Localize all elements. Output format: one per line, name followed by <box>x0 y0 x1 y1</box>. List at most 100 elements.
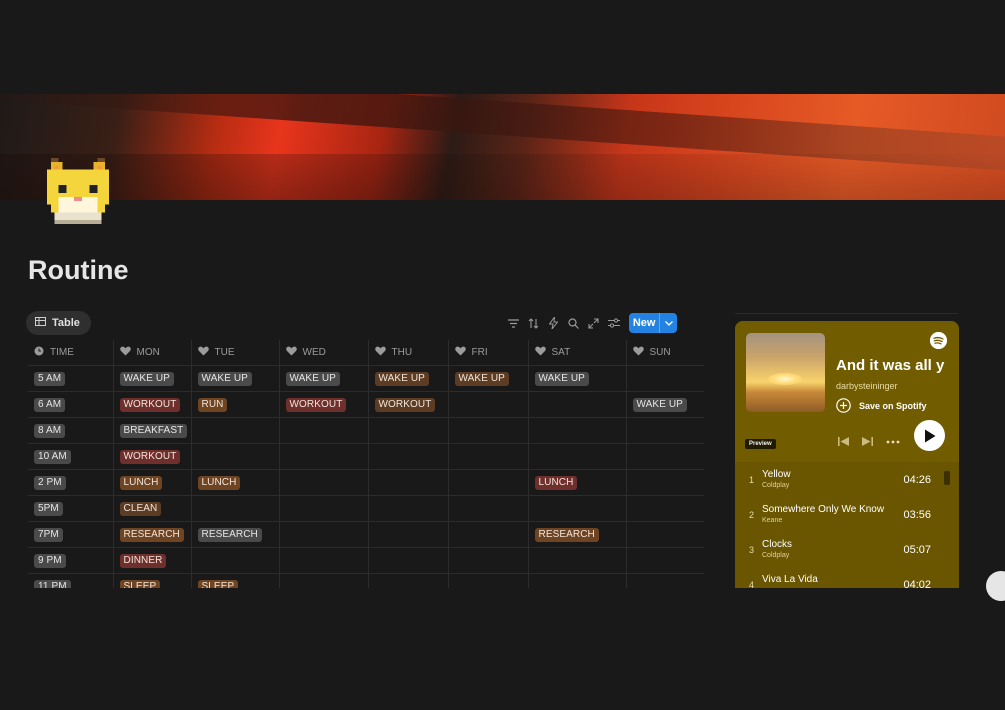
more-options-icon[interactable] <box>886 440 900 444</box>
table-row[interactable]: 8 AM BREAKFAST <box>28 417 704 444</box>
activity-cell-sun[interactable] <box>626 495 704 522</box>
activity-cell-mon[interactable]: LUNCH <box>113 469 192 496</box>
activity-cell-fri[interactable] <box>448 521 529 548</box>
activity-cell-mon[interactable]: RESEARCH <box>113 521 192 548</box>
activity-cell-tue[interactable]: RESEARCH <box>191 521 280 548</box>
activity-cell-sat[interactable] <box>528 495 627 522</box>
activity-cell-mon[interactable]: CLEAN <box>113 495 192 522</box>
filter-icon[interactable] <box>507 317 520 330</box>
activity-cell-sun[interactable] <box>626 365 704 392</box>
track-row[interactable]: 2 Somewhere Only We Know Keane 03:56 <box>735 497 959 532</box>
activity-cell-sat[interactable] <box>528 417 627 444</box>
activity-cell-fri[interactable] <box>448 391 529 418</box>
activity-cell-fri[interactable] <box>448 495 529 522</box>
time-cell[interactable]: 8 AM <box>28 417 114 444</box>
activity-cell-thu[interactable]: WAKE UP <box>368 365 449 392</box>
activity-cell-fri[interactable]: WAKE UP <box>448 365 529 392</box>
activity-cell-wed[interactable] <box>279 443 369 470</box>
time-cell[interactable]: 10 AM <box>28 443 114 470</box>
time-cell[interactable]: 9 PM <box>28 547 114 574</box>
activity-cell-fri[interactable] <box>448 547 529 574</box>
track-row[interactable]: 1 Yellow Coldplay 04:26 <box>735 462 959 497</box>
activity-cell-mon[interactable]: WORKOUT <box>113 443 192 470</box>
new-button[interactable]: New <box>629 313 677 333</box>
activity-cell-mon[interactable]: BREAKFAST <box>113 417 192 444</box>
activity-cell-wed[interactable]: WAKE UP <box>279 365 369 392</box>
activity-cell-tue[interactable] <box>191 495 280 522</box>
time-cell[interactable]: 2 PM <box>28 469 114 496</box>
time-cell[interactable]: 5PM <box>28 495 114 522</box>
activity-cell-sun[interactable] <box>626 417 704 444</box>
previous-icon[interactable] <box>838 436 849 447</box>
activity-cell-thu[interactable] <box>368 417 449 444</box>
column-header-mon[interactable]: MON <box>113 340 192 366</box>
play-button[interactable] <box>914 420 945 451</box>
activity-cell-tue[interactable] <box>191 547 280 574</box>
time-cell[interactable]: 6 AM <box>28 391 114 418</box>
automation-icon[interactable] <box>547 317 560 330</box>
activity-cell-sat[interactable] <box>528 391 627 418</box>
table-row[interactable]: 10 AM WORKOUT <box>28 443 704 470</box>
activity-cell-sun[interactable] <box>626 469 704 496</box>
activity-cell-fri[interactable] <box>448 417 529 444</box>
activity-cell-mon[interactable]: WORKOUT <box>113 391 192 418</box>
activity-cell-wed[interactable] <box>279 495 369 522</box>
activity-cell-sat[interactable]: LUNCH <box>528 469 627 496</box>
column-header-thu[interactable]: THU <box>368 340 449 366</box>
spotify-logo-icon[interactable] <box>930 332 947 349</box>
column-header-tue[interactable]: TUE <box>191 340 280 366</box>
cat-page-icon[interactable] <box>46 158 110 228</box>
activity-cell-tue[interactable]: WAKE UP <box>191 365 280 392</box>
settings-icon[interactable] <box>607 317 620 330</box>
playlist-title[interactable]: And it was all y <box>836 357 959 374</box>
activity-cell-thu[interactable]: WORKOUT <box>368 391 449 418</box>
column-header-fri[interactable]: FRI <box>448 340 529 366</box>
activity-cell-thu[interactable] <box>368 547 449 574</box>
track-row[interactable]: 4 Viva La Vida 04:02 <box>735 567 959 589</box>
activity-cell-mon[interactable]: DINNER <box>113 547 192 574</box>
activity-cell-tue[interactable]: RUN <box>191 391 280 418</box>
playlist-owner[interactable]: darbysteininger <box>836 381 898 391</box>
track-row[interactable]: 3 Clocks Coldplay 05:07 <box>735 532 959 567</box>
activity-cell-sat[interactable]: WAKE UP <box>528 365 627 392</box>
table-row[interactable]: 5PM CLEAN <box>28 495 704 522</box>
column-header-sat[interactable]: SAT <box>528 340 627 366</box>
scrollbar[interactable] <box>944 471 950 485</box>
activity-cell-sat[interactable] <box>528 443 627 470</box>
activity-cell-thu[interactable] <box>368 443 449 470</box>
table-row[interactable]: 5 AM WAKE UP WAKE UP WAKE UP WAKE UP WAKE UP W… <box>28 365 704 392</box>
activity-cell-sat[interactable] <box>528 547 627 574</box>
activity-cell-wed[interactable] <box>279 469 369 496</box>
cover-image[interactable] <box>0 94 1005 200</box>
activity-cell-wed[interactable]: WORKOUT <box>279 391 369 418</box>
table-row[interactable]: 7PM RESEARCH RESEARCH RESEARCH <box>28 521 704 548</box>
table-row[interactable]: 9 PM DINNER <box>28 547 704 574</box>
activity-cell-fri[interactable] <box>448 443 529 470</box>
table-row[interactable]: 6 AM WORKOUT RUN WORKOUT WORKOUT WAKE UP <box>28 391 704 418</box>
column-header-sun[interactable]: SUN <box>626 340 704 366</box>
time-cell[interactable]: 5 AM <box>28 365 114 392</box>
album-art[interactable] <box>746 333 825 412</box>
save-on-spotify-button[interactable]: Save on Spotify <box>836 398 927 413</box>
activity-cell-wed[interactable] <box>279 521 369 548</box>
next-icon[interactable] <box>862 436 873 447</box>
activity-cell-thu[interactable] <box>368 495 449 522</box>
expand-icon[interactable] <box>587 317 600 330</box>
activity-cell-wed[interactable] <box>279 547 369 574</box>
new-button-label[interactable]: New <box>629 313 659 333</box>
column-header-wed[interactable]: WED <box>279 340 369 366</box>
tab-table-view[interactable]: Table <box>26 311 91 335</box>
activity-cell-sun[interactable] <box>626 547 704 574</box>
activity-cell-tue[interactable] <box>191 417 280 444</box>
activity-cell-tue[interactable] <box>191 443 280 470</box>
column-header-time[interactable]: TIME <box>28 340 114 366</box>
activity-cell-thu[interactable] <box>368 469 449 496</box>
activity-cell-fri[interactable] <box>448 469 529 496</box>
activity-cell-mon[interactable]: WAKE UP <box>113 365 192 392</box>
search-icon[interactable] <box>567 317 580 330</box>
activity-cell-sun[interactable] <box>626 443 704 470</box>
sort-icon[interactable] <box>527 317 540 330</box>
chevron-down-icon[interactable] <box>659 313 677 333</box>
activity-cell-wed[interactable] <box>279 417 369 444</box>
activity-cell-sun[interactable]: WAKE UP <box>626 391 704 418</box>
